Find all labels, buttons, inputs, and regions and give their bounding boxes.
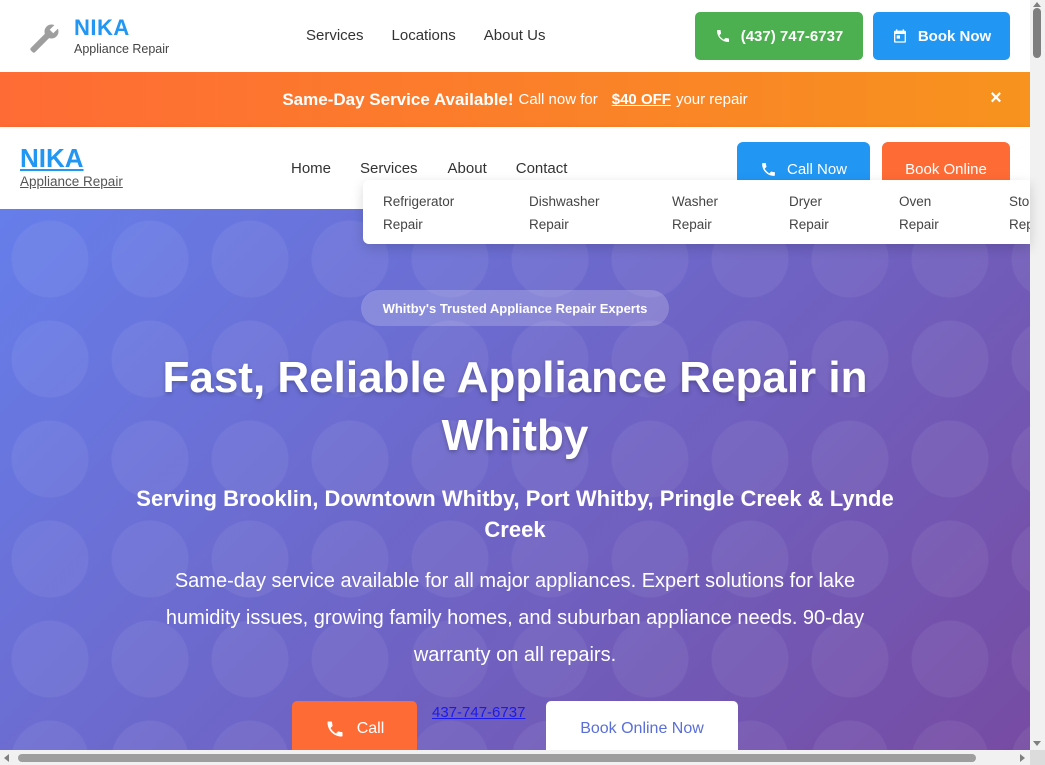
scroll-down-icon[interactable] bbox=[1033, 741, 1041, 746]
nav-home[interactable]: Home bbox=[291, 160, 331, 177]
secondary-brand-subtitle: Appliance Repair bbox=[20, 174, 123, 189]
dropdown-item-label: Repair bbox=[789, 217, 829, 232]
nav-services[interactable]: Services bbox=[306, 27, 364, 44]
hero-book-label: Book Online Now bbox=[580, 720, 704, 737]
vertical-scrollbar[interactable] bbox=[1030, 0, 1045, 765]
horizontal-scroll-thumb[interactable] bbox=[18, 754, 976, 762]
hero-subtitle: Serving Brooklin, Downtown Whitby, Port … bbox=[136, 486, 894, 542]
dropdown-item-label: Rep bbox=[1009, 217, 1030, 232]
dropdown-item-label: Repair bbox=[383, 217, 423, 232]
wrench-icon bbox=[30, 24, 59, 53]
secondary-brand-name: NIKA bbox=[20, 143, 84, 173]
dropdown-item-oven[interactable]: Oven Repair bbox=[899, 190, 939, 236]
book-online-label: Book Online bbox=[905, 160, 987, 178]
book-now-label: Book Now bbox=[917, 27, 992, 45]
vertical-scroll-thumb[interactable] bbox=[1033, 8, 1041, 58]
top-header: NIKA Appliance Repair Services Locations… bbox=[0, 0, 1030, 72]
book-now-button[interactable]: Book Now bbox=[873, 12, 1010, 60]
promo-banner: Same-Day Service Available! Call now for… bbox=[0, 72, 1030, 127]
hero-badge: Whitby's Trusted Appliance Repair Expert… bbox=[361, 290, 669, 326]
horizontal-scrollbar[interactable] bbox=[0, 750, 1030, 765]
dropdown-item-dishwasher[interactable]: Dishwasher Repair bbox=[529, 190, 600, 236]
nav-about[interactable]: About bbox=[448, 160, 487, 177]
dropdown-item-label: Washer bbox=[672, 194, 719, 209]
close-icon[interactable]: × bbox=[986, 87, 1006, 110]
phone-button[interactable]: (437) 747-6737 bbox=[695, 12, 863, 60]
dropdown-item-label: Dryer bbox=[789, 194, 822, 209]
dropdown-item-label: Repair bbox=[899, 217, 939, 232]
nav-locations[interactable]: Locations bbox=[392, 27, 456, 44]
dropdown-item-washer[interactable]: Washer Repair bbox=[672, 190, 718, 236]
hero-call-button[interactable]: Call bbox=[292, 701, 417, 754]
scroll-right-icon[interactable] bbox=[1020, 754, 1025, 762]
promo-discount: $40 OFF bbox=[611, 91, 671, 108]
secondary-brand[interactable]: NIKA Appliance Repair bbox=[20, 143, 123, 190]
top-nav: Services Locations About Us bbox=[306, 27, 545, 44]
hero-title: Fast, Reliable Appliance Repair in Whitb… bbox=[162, 353, 868, 460]
dropdown-item-refrigerator[interactable]: Refrigerator Repair bbox=[383, 190, 454, 236]
dropdown-item-label: Repair bbox=[529, 217, 569, 232]
secondary-links: Home Services About Contact bbox=[291, 160, 567, 177]
nav-services-dropdown[interactable]: Services bbox=[360, 160, 418, 177]
brand-name: NIKA bbox=[74, 15, 130, 40]
hero-book-online-button[interactable]: Book Online Now bbox=[546, 701, 738, 754]
brand-subtitle: Appliance Repair bbox=[74, 42, 170, 56]
scroll-left-icon[interactable] bbox=[4, 754, 9, 762]
call-now-label: Call Now bbox=[786, 160, 847, 178]
promo-tail: your repair bbox=[675, 91, 748, 108]
phone-icon bbox=[327, 721, 343, 737]
dropdown-item-label: Sto bbox=[1009, 194, 1030, 209]
calendar-icon bbox=[893, 29, 906, 43]
dropdown-item-dryer[interactable]: Dryer Repair bbox=[789, 190, 829, 236]
scrollbar-corner bbox=[1030, 750, 1045, 765]
dropdown-item-stove[interactable]: Sto Rep bbox=[1009, 190, 1030, 236]
dropdown-item-label: Repair bbox=[672, 217, 712, 232]
dropdown-item-label: Oven bbox=[899, 194, 932, 209]
scroll-up-icon[interactable] bbox=[1033, 2, 1041, 7]
hero-section: Whitby's Trusted Appliance Repair Expert… bbox=[0, 209, 1030, 754]
phone-button-label: (437) 747-6737 bbox=[740, 27, 844, 45]
promo-headline: Same-Day Service Available! bbox=[282, 89, 514, 109]
services-dropdown: Refrigerator Repair Dishwasher Repair Wa… bbox=[363, 180, 1030, 244]
phone-icon bbox=[716, 30, 729, 42]
promo-call-text: Call now for bbox=[518, 91, 598, 108]
hero-description: Same-day service available for all major… bbox=[165, 570, 865, 666]
hero-call-label: Call bbox=[356, 720, 385, 737]
brand-logo[interactable]: NIKA Appliance Repair bbox=[26, 14, 169, 60]
phone-icon bbox=[762, 162, 775, 176]
nav-about-us[interactable]: About Us bbox=[484, 27, 546, 44]
hero-phone-link[interactable]: 437-747-6737 bbox=[432, 704, 525, 721]
nav-contact[interactable]: Contact bbox=[516, 160, 568, 177]
dropdown-item-label: Refrigerator bbox=[383, 194, 455, 209]
dropdown-item-label: Dishwasher bbox=[529, 194, 600, 209]
